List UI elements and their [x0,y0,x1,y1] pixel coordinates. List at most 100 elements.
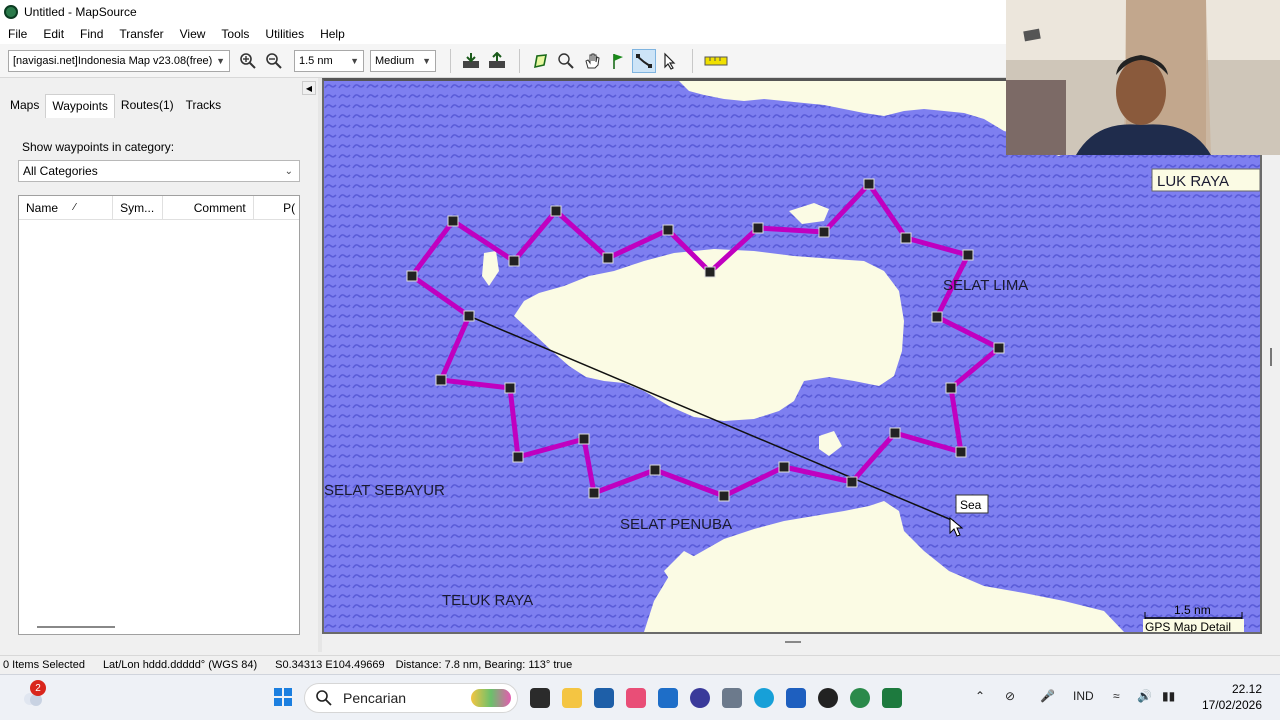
horizontal-grip[interactable] [785,641,801,643]
waypoint-marker[interactable] [955,446,967,458]
waypoint-marker[interactable] [504,382,516,394]
edge-browser-icon[interactable] [754,688,774,708]
menu-tools[interactable]: Tools [213,27,257,41]
flag-tool-button[interactable] [606,49,630,73]
battery-icon[interactable]: ▮▮ [1162,689,1175,703]
clock-time: 22.12 [1231,682,1262,696]
route-tool-button[interactable] [632,48,656,73]
column-comment[interactable]: Comment [163,196,255,219]
tab-maps[interactable]: Maps [4,94,45,118]
select-tool-button[interactable] [658,49,682,73]
zoom-out-button[interactable] [262,49,286,73]
copilot-icon[interactable] [626,688,646,708]
app-icon[interactable] [690,688,710,708]
title-bar: Untitled - MapSource [0,0,1006,24]
toolbar-separator [519,48,520,73]
volume-icon[interactable]: 🔊 [1137,689,1152,703]
column-symbol[interactable]: Sym... [113,196,163,219]
waypoint-marker[interactable] [463,310,475,322]
wifi-icon[interactable]: ≈ [1113,689,1120,703]
waypoint-marker[interactable] [846,476,858,488]
waypoint-marker[interactable] [578,433,590,445]
system-clock[interactable]: 22.12 17/02/2026 [1190,681,1262,713]
detail-value: Medium [375,54,415,67]
tab-routes[interactable]: Routes(1) [115,94,180,118]
waypoint-marker[interactable] [704,266,716,278]
collapse-panel-button[interactable]: ◀ [302,81,316,95]
waypoint-marker[interactable] [778,461,790,473]
menu-help[interactable]: Help [312,27,353,41]
waypoint-marker[interactable] [818,226,830,238]
language-indicator[interactable]: IND [1073,689,1094,703]
word-icon[interactable] [786,688,806,708]
tab-tracks[interactable]: Tracks [180,94,228,118]
menu-view[interactable]: View [172,27,214,41]
waypoint-marker[interactable] [752,222,764,234]
weather-widget[interactable]: 2 [20,680,46,709]
app-icon[interactable] [658,688,678,708]
waypoint-marker[interactable] [945,382,957,394]
toolbar-separator [450,48,451,73]
horizontal-scrollbar[interactable] [37,626,115,628]
waypoint-marker[interactable] [889,427,901,439]
menu-edit[interactable]: Edit [35,27,72,41]
distance-tool-button[interactable] [701,49,731,73]
waypoint-marker[interactable] [718,490,730,502]
send-to-device-button[interactable] [485,49,509,73]
receive-from-device-button[interactable] [459,49,483,73]
waypoint-marker[interactable] [649,464,661,476]
waypoint-marker[interactable] [602,252,614,264]
tray-chevron-icon[interactable]: ⌃ [975,689,985,703]
menu-file[interactable]: File [0,27,35,41]
app-icon[interactable] [818,688,838,708]
menu-utilities[interactable]: Utilities [257,27,312,41]
waypoint-marker[interactable] [662,224,674,236]
waypoint-marker[interactable] [550,205,562,217]
map-label-selat-lima: SELAT LIMA [943,277,1028,294]
menu-find[interactable]: Find [72,27,111,41]
taskbar-search[interactable]: Pencarian [304,683,518,713]
start-button[interactable] [273,687,293,707]
detail-badge: GPS Map Detail [1145,620,1231,632]
waypoint-tool-button[interactable] [528,49,552,73]
mapsource-taskbar-icon[interactable] [850,688,870,708]
waypoint-marker[interactable] [508,255,520,267]
waypoint-marker[interactable] [900,232,912,244]
zoom-tool-button[interactable] [554,49,578,73]
pan-tool-button[interactable] [580,49,604,73]
tab-waypoints[interactable]: Waypoints [45,94,115,118]
scroll-thumb[interactable] [1270,348,1272,366]
detail-select[interactable]: Medium ▼ [370,49,436,72]
waypoint-list[interactable]: Name ⁄ Sym... Comment P( [18,195,300,635]
waypoint-marker[interactable] [863,178,875,190]
microphone-icon[interactable]: 🎤 [1040,689,1055,703]
app-icon[interactable] [722,688,742,708]
store-icon[interactable] [594,688,614,708]
excel-icon[interactable] [882,688,902,708]
waypoint-marker[interactable] [447,215,459,227]
map-product-select[interactable]: [navigasi.net]Indonesia Map v23.08(free)… [8,49,230,72]
waypoint-marker[interactable] [435,374,447,386]
webcam-video [1006,0,1280,155]
map-product-value: [navigasi.net]Indonesia Map v23.08(free) [13,54,213,67]
taskview-icon[interactable] [530,688,550,708]
waypoint-marker[interactable] [962,249,974,261]
network-off-icon[interactable]: ⊘ [1005,689,1015,703]
column-position[interactable]: P( [254,196,299,219]
waypoint-marker[interactable] [588,487,600,499]
waypoint-marker[interactable] [993,342,1005,354]
column-name[interactable]: Name ⁄ [19,196,114,219]
file-explorer-icon[interactable] [562,688,582,708]
waypoint-marker[interactable] [512,451,524,463]
category-select[interactable]: All Categories ⌄ [18,160,300,182]
menu-transfer[interactable]: Transfer [111,27,171,41]
zoom-in-button[interactable] [236,49,260,73]
waypoint-marker[interactable] [406,270,418,282]
vertical-scrollbar[interactable] [1263,78,1280,634]
map-canvas: LUK RAYA SELAT LIMA SELAT SEBAYUR SELAT … [324,81,1260,632]
windows-taskbar: 2 Pencarian ⌃ ⊘ 🎤 IND ≈ 🔊 ▮▮ 22.12 17/02… [0,674,1280,720]
map-view[interactable]: LUK RAYA SELAT LIMA SELAT SEBAYUR SELAT … [322,78,1262,634]
waypoint-marker[interactable] [931,311,943,323]
zoom-scale-select[interactable]: 1.5 nm ▼ [294,49,364,72]
pan-hand-icon [585,53,600,68]
